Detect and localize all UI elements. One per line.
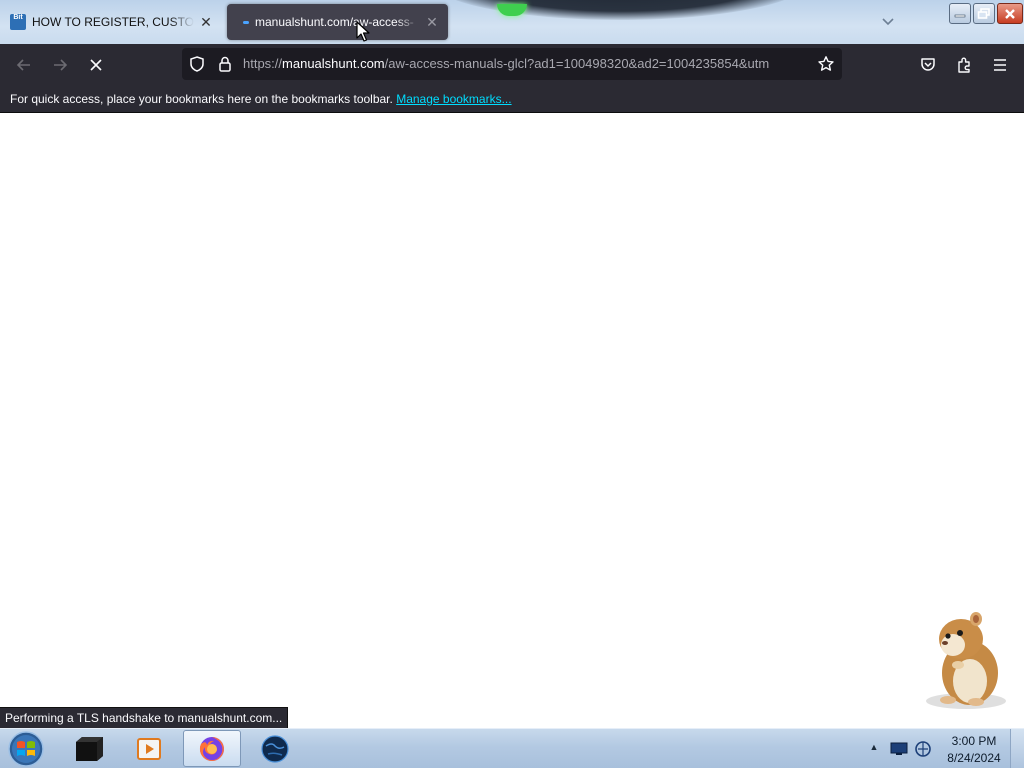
globe-icon[interactable] (246, 730, 304, 767)
url-text[interactable]: https://manualshunt.com/aw-access-manual… (243, 48, 813, 80)
action-center-icon[interactable] (890, 742, 908, 756)
title-bar: Bit HOW TO REGISTER, CUSTOMIZE ✕ manuals… (0, 0, 1024, 44)
wallpaper-swoosh (430, 0, 810, 20)
status-panel: Performing a TLS handshake to manualshun… (0, 707, 289, 728)
tab-manualshunt[interactable]: manualshunt.com/aw-access- ✕ (227, 4, 448, 40)
network-icon[interactable] (914, 740, 932, 758)
media-player-icon[interactable] (120, 730, 178, 767)
bookmarks-toolbar: For quick access, place your bookmarks h… (0, 85, 1024, 113)
show-hidden-icons-icon[interactable]: ▲ (868, 742, 880, 754)
bookmarks-toolbar-message: For quick access, place your bookmarks h… (10, 92, 393, 106)
terminal-icon[interactable] (60, 730, 118, 767)
manage-bookmarks-link[interactable]: Manage bookmarks... (396, 92, 511, 106)
start-button[interactable] (6, 730, 46, 770)
pocket-icon[interactable] (915, 52, 941, 78)
site-favicon-icon: Bit (10, 14, 26, 30)
system-clock[interactable]: 3:00 PM 8/24/2024 (940, 733, 1008, 767)
list-all-tabs-icon[interactable] (878, 12, 898, 32)
close-tab-icon[interactable]: ✕ (424, 14, 440, 30)
navigation-toolbar: https://manualshunt.com/aw-access-manual… (0, 44, 1024, 85)
back-button[interactable] (11, 52, 37, 78)
clock-date: 8/24/2024 (947, 751, 1001, 765)
hamster-mascot-image (918, 603, 1008, 713)
stop-loading-button[interactable] (83, 52, 109, 78)
close-tab-icon[interactable]: ✕ (198, 14, 214, 30)
forward-button[interactable] (47, 52, 73, 78)
lock-icon[interactable] (216, 55, 234, 73)
address-bar[interactable]: https://manualshunt.com/aw-access-manual… (182, 48, 842, 80)
taskbar: ▲ (0, 728, 1024, 768)
firefox-icon[interactable] (183, 730, 241, 767)
page-content-area[interactable] (0, 113, 1024, 728)
bookmark-star-icon[interactable] (817, 55, 835, 73)
tab-title: HOW TO REGISTER, CUSTOMIZE (32, 15, 194, 29)
mouse-cursor-icon (356, 21, 370, 43)
tab-title: manualshunt.com/aw-access- (255, 15, 414, 29)
menu-hamburger-icon[interactable] (987, 52, 1013, 78)
clock-time: 3:00 PM (951, 734, 997, 748)
restore-button[interactable] (973, 3, 995, 24)
minimize-button[interactable] (949, 3, 971, 24)
tab-bitdefender[interactable]: Bit HOW TO REGISTER, CUSTOMIZE ✕ (4, 4, 222, 40)
close-window-button[interactable] (997, 3, 1023, 24)
extensions-icon[interactable] (951, 52, 977, 78)
show-desktop-button[interactable] (1010, 729, 1024, 768)
loading-indicator-icon (243, 20, 249, 24)
tracking-protection-shield-icon[interactable] (188, 55, 206, 73)
